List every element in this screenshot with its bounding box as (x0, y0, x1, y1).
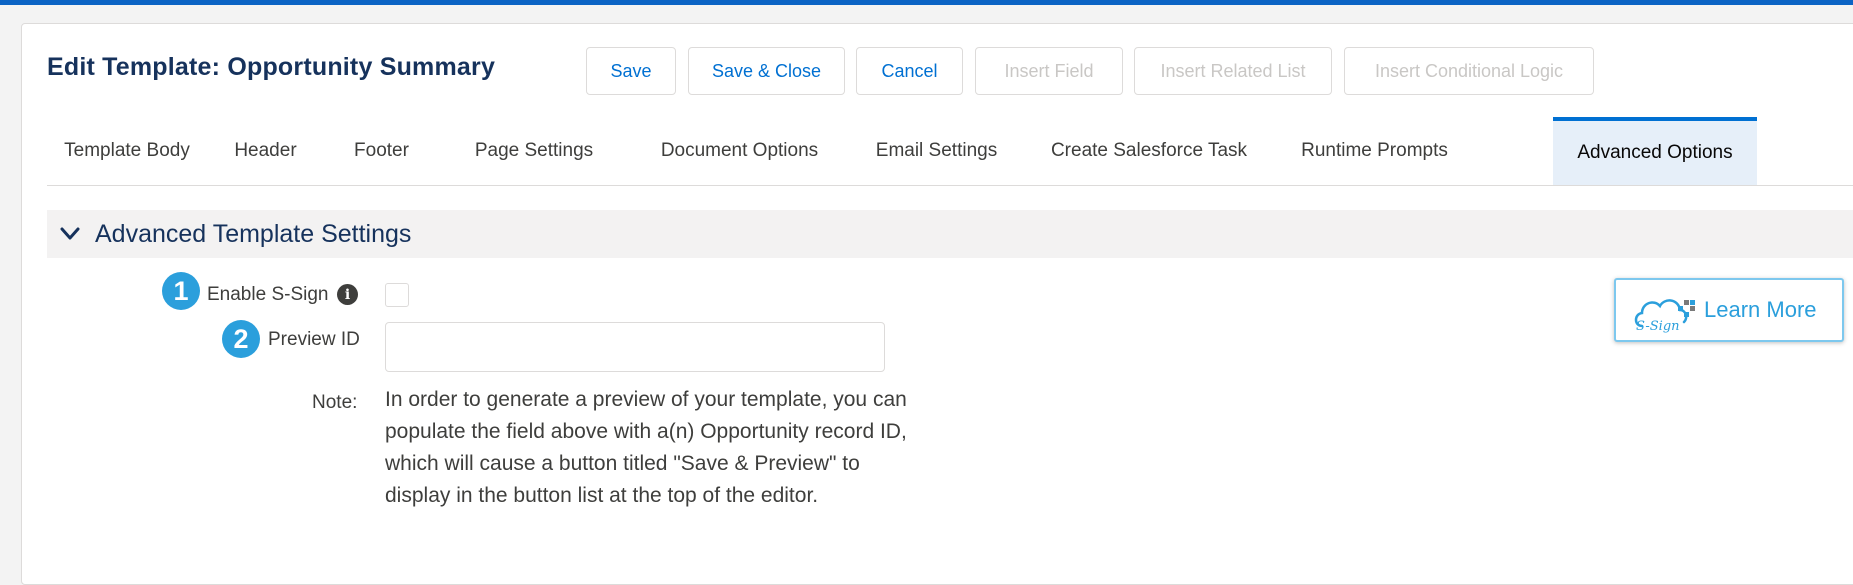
tab-runtime-prompts[interactable]: Runtime Prompts (1275, 117, 1474, 185)
note-text: In order to generate a preview of your t… (385, 388, 907, 507)
preview-id-input[interactable] (385, 322, 885, 372)
tab-document-options[interactable]: Document Options (629, 117, 850, 185)
save-close-button[interactable]: Save & Close (688, 47, 845, 95)
tab-email-settings[interactable]: Email Settings (850, 117, 1023, 185)
tab-header[interactable]: Header (207, 117, 324, 185)
save-button[interactable]: Save (586, 47, 676, 95)
cancel-button[interactable]: Cancel (856, 47, 963, 95)
enable-ssign-checkbox[interactable] (385, 283, 409, 307)
info-icon[interactable]: i (337, 284, 358, 305)
enable-ssign-label: Enable S-Sign (207, 284, 329, 305)
tab-template-body[interactable]: Template Body (47, 117, 207, 185)
learn-more-label: Learn More (1704, 297, 1817, 322)
step-badge-2: 2 (222, 320, 260, 358)
tab-advanced-options[interactable]: Advanced Options (1553, 117, 1757, 185)
step-badge-1: 1 (162, 272, 200, 310)
learn-more-button[interactable]: S-Sign Learn More (1614, 278, 1844, 342)
ssign-logo-text: S-Sign (1636, 319, 1680, 334)
ssign-logo: S-Sign (1632, 286, 1704, 334)
preview-id-label: Preview ID (268, 329, 360, 350)
note-label: Note: (312, 392, 358, 413)
tab-page-settings[interactable]: Page Settings (439, 117, 629, 185)
template-tabs: Template Body Header Footer Page Setting… (47, 117, 1853, 186)
page-title: Edit Template: Opportunity Summary (47, 53, 496, 81)
tab-footer[interactable]: Footer (324, 117, 439, 185)
tab-create-salesforce-task[interactable]: Create Salesforce Task (1023, 117, 1275, 185)
insert-related-list-button[interactable]: Insert Related List (1134, 47, 1332, 95)
insert-field-button[interactable]: Insert Field (975, 47, 1123, 95)
chevron-down-icon[interactable] (59, 223, 81, 245)
insert-conditional-logic-button[interactable]: Insert Conditional Logic (1344, 47, 1594, 95)
section-title: Advanced Template Settings (95, 219, 412, 248)
top-accent-bar (0, 0, 1853, 5)
advanced-settings-section-header[interactable]: Advanced Template Settings (47, 210, 1853, 258)
